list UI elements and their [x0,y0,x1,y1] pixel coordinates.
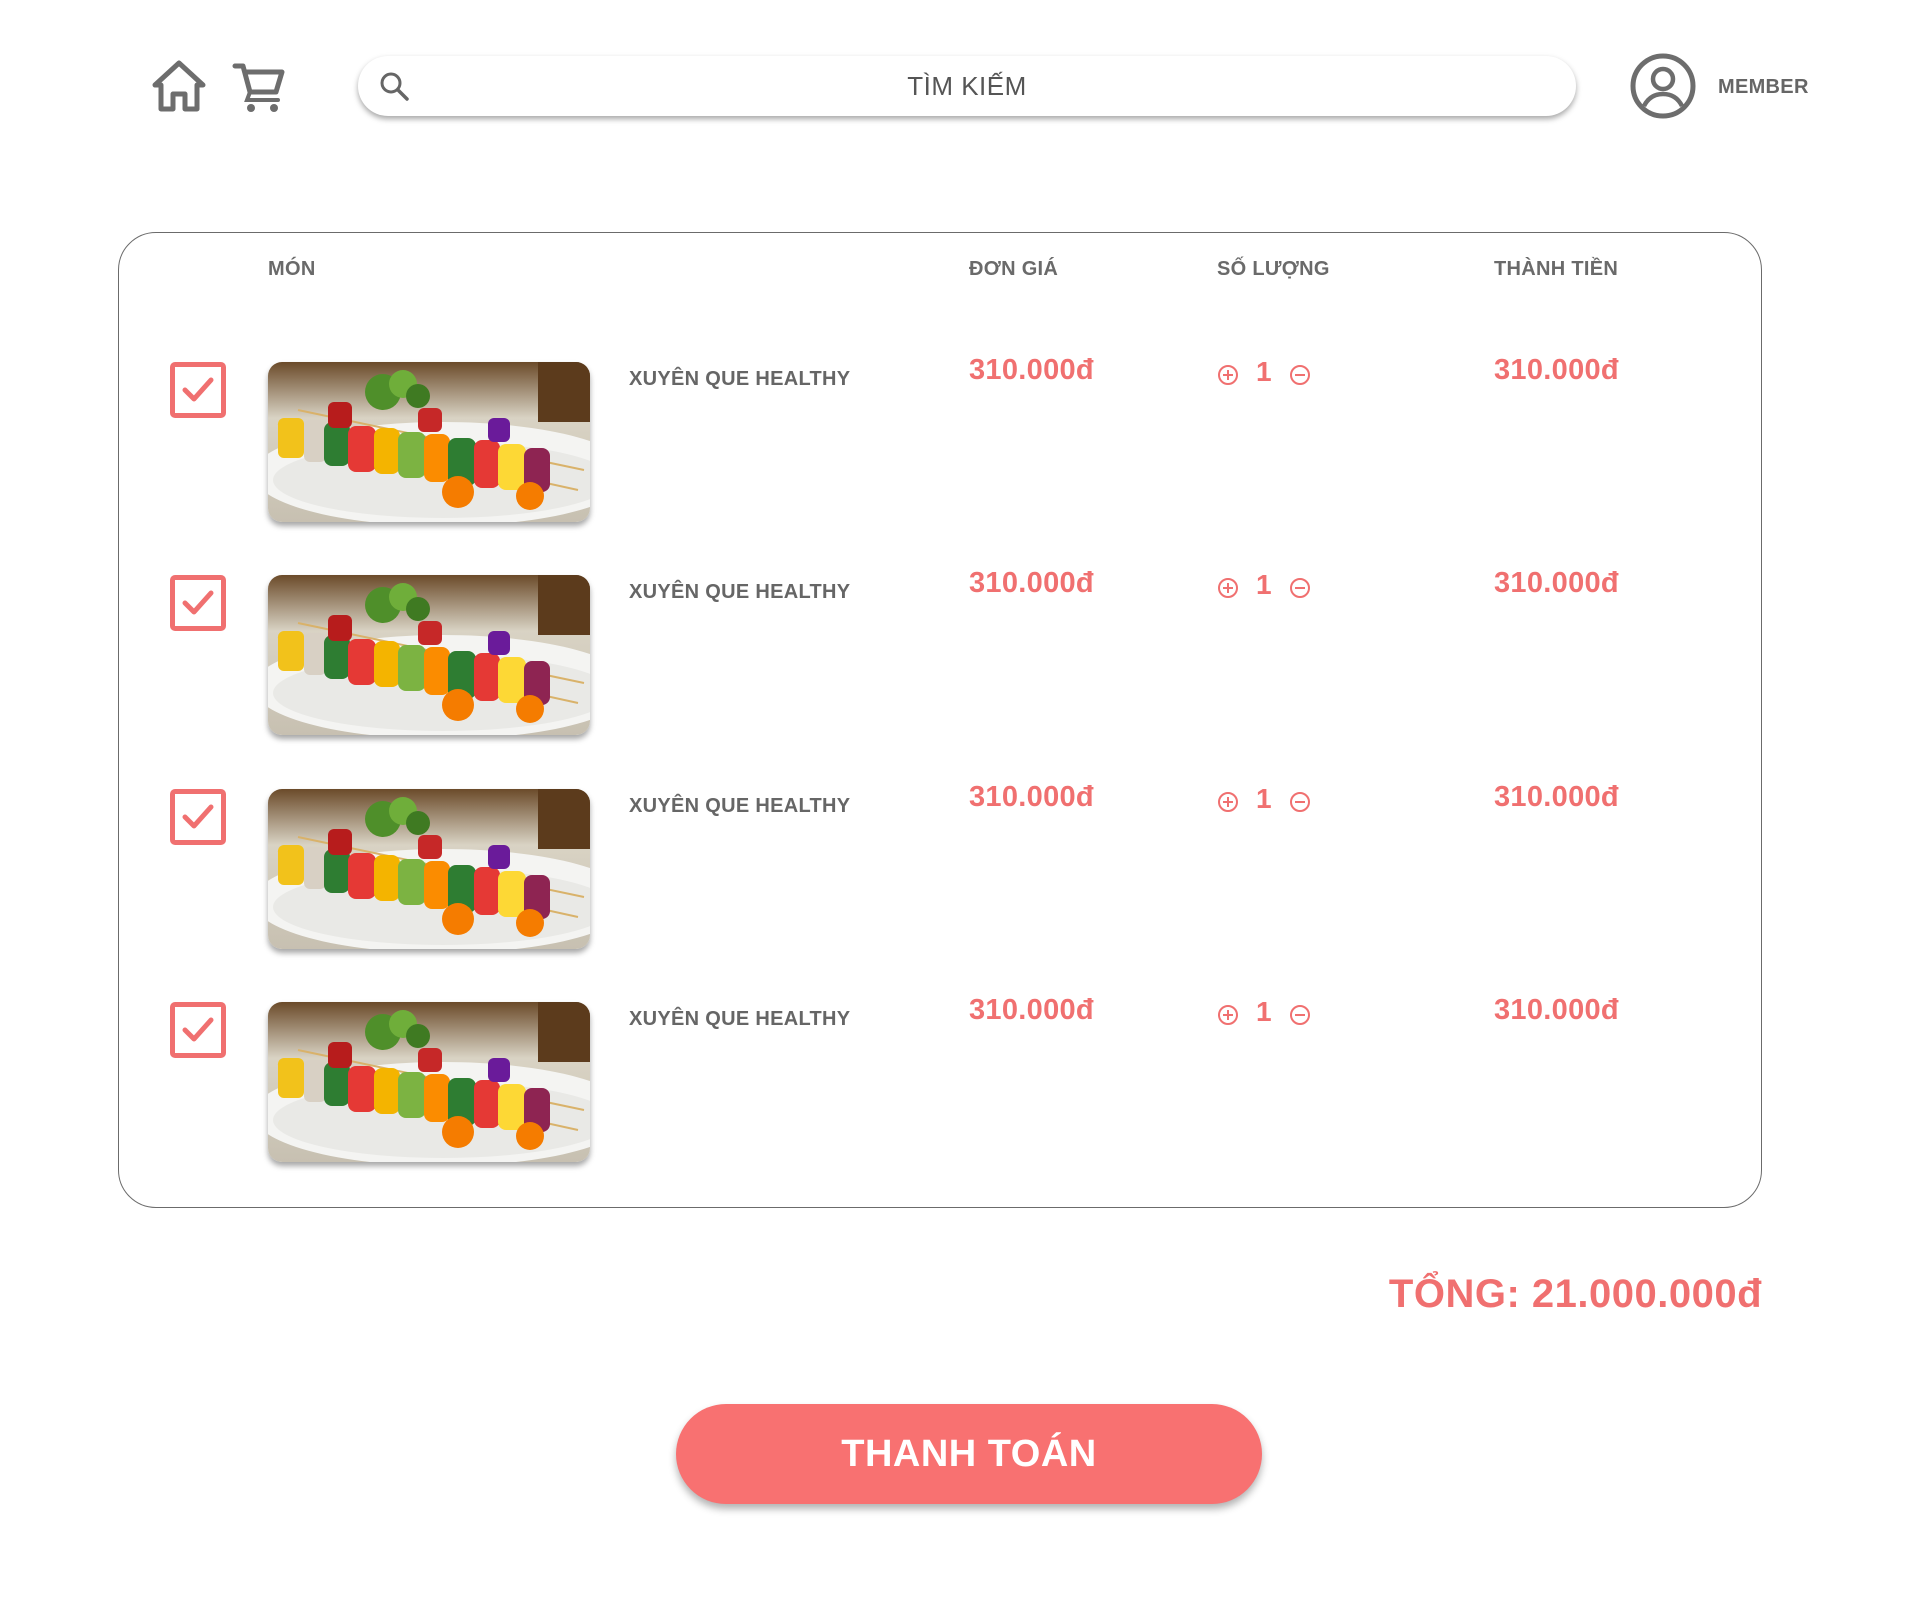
item-unit-price: 310.000đ [969,994,1094,1026]
item-checkbox[interactable] [170,1002,226,1058]
item-image [268,362,590,522]
item-subtotal: 310.000đ [1494,781,1619,813]
item-quantity: 1 [1256,783,1272,814]
column-header-subtotal: THÀNH TIỀN [1494,258,1619,280]
item-checkbox[interactable] [170,789,226,845]
cart-item-row: XUYÊN QUE HEALTHY 310.000đ 1 310.000đ [0,761,1920,949]
column-header-unit-price: ĐƠN GIÁ [969,258,1059,280]
member-label[interactable]: MEMBER [1718,76,1809,99]
search-input[interactable] [358,56,1576,116]
item-unit-price: 310.000đ [969,781,1094,813]
column-header-item: MÓN [268,258,316,280]
user-circle-icon[interactable] [1629,52,1697,120]
search-icon[interactable] [378,70,410,102]
item-image [268,1002,590,1162]
cart-item-row: XUYÊN QUE HEALTHY 310.000đ 1 310.000đ [0,974,1920,1162]
item-quantity: 1 [1256,356,1272,387]
item-quantity: 1 [1256,996,1272,1027]
cart-item-row: XUYÊN QUE HEALTHY 310.000đ 1 310.000đ [0,547,1920,735]
quantity-minus-icon[interactable] [1289,791,1311,813]
quantity-plus-icon[interactable] [1217,364,1239,386]
quantity-plus-icon[interactable] [1217,791,1239,813]
item-name: XUYÊN QUE HEALTHY [629,1008,851,1030]
cart-total: TỔNG: 21.000.000đ [1388,1272,1762,1316]
item-subtotal: 310.000đ [1494,994,1619,1026]
item-name: XUYÊN QUE HEALTHY [629,368,851,390]
cart-icon[interactable] [232,60,286,114]
cart-page: MEMBER MÓN ĐƠN GIÁ SỐ LƯỢNG THÀNH TIỀN X… [0,0,1920,1618]
checkout-button[interactable]: THANH TOÁN [676,1404,1262,1504]
quantity-minus-icon[interactable] [1289,1004,1311,1026]
item-unit-price: 310.000đ [969,354,1094,386]
item-subtotal: 310.000đ [1494,354,1619,386]
quantity-plus-icon[interactable] [1217,577,1239,599]
item-unit-price: 310.000đ [969,567,1094,599]
item-checkbox[interactable] [170,362,226,418]
cart-item-row: XUYÊN QUE HEALTHY 310.000đ 1 310.000đ [0,334,1920,522]
item-image [268,789,590,949]
home-icon[interactable] [150,58,208,114]
quantity-minus-icon[interactable] [1289,364,1311,386]
item-name: XUYÊN QUE HEALTHY [629,795,851,817]
item-checkbox[interactable] [170,575,226,631]
item-subtotal: 310.000đ [1494,567,1619,599]
item-quantity: 1 [1256,569,1272,600]
item-name: XUYÊN QUE HEALTHY [629,581,851,603]
search-bar [358,56,1576,116]
quantity-plus-icon[interactable] [1217,1004,1239,1026]
quantity-minus-icon[interactable] [1289,577,1311,599]
column-header-quantity: SỐ LƯỢNG [1217,258,1330,280]
item-image [268,575,590,735]
